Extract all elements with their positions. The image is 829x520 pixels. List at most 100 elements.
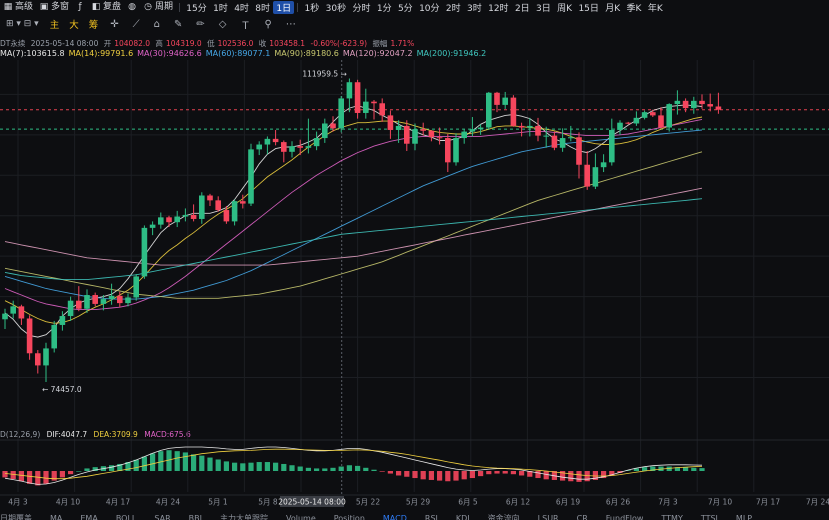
timeframe-2时[interactable]: 2时 bbox=[443, 1, 464, 14]
candle-body bbox=[92, 295, 98, 304]
indicator-tab-MA[interactable]: MA bbox=[50, 512, 62, 520]
macd-bar bbox=[453, 471, 459, 481]
macd-bar bbox=[27, 471, 33, 484]
ma-line-ma60 bbox=[4, 129, 703, 300]
timeframe-30秒[interactable]: 30秒 bbox=[322, 1, 349, 14]
timeframe-1秒[interactable]: 1秒 bbox=[301, 1, 322, 14]
more-icon[interactable]: ⋯ bbox=[279, 19, 303, 30]
candle-body bbox=[18, 306, 25, 319]
macd-bar bbox=[191, 454, 197, 471]
filter-icon[interactable]: ⚲ bbox=[257, 19, 278, 30]
indicator-tab-CR[interactable]: CR bbox=[577, 512, 588, 520]
candle-body bbox=[133, 276, 139, 298]
macd-bar bbox=[674, 467, 680, 471]
indicator-icon: ƒ bbox=[78, 2, 82, 12]
toolbar-item-周期[interactable]: ◷ 周期 bbox=[140, 0, 176, 14]
macd-bar bbox=[141, 456, 147, 471]
timeframe-8时[interactable]: 8时 bbox=[252, 1, 273, 14]
toolbar-item-高级[interactable]: ▦ 高级 bbox=[0, 0, 36, 14]
indicator-tab-主力大单跟踪[interactable]: 主力大单跟踪 bbox=[220, 512, 268, 520]
indicator-tab-KDJ[interactable]: KDJ bbox=[456, 512, 470, 520]
low-label: 低 bbox=[207, 39, 215, 48]
candle-body bbox=[240, 201, 246, 204]
candle-body bbox=[346, 82, 353, 99]
ruler-icon[interactable]: ⌂ bbox=[147, 19, 167, 30]
indicator-tab-BBI[interactable]: BBI bbox=[189, 512, 202, 520]
candle-body bbox=[125, 297, 131, 304]
toolbar-item-多窗[interactable]: ▣ 多窗 bbox=[36, 0, 72, 14]
ma-legend-item: MA(14):99791.6 bbox=[68, 49, 134, 58]
indicator-tab-BOLL[interactable]: BOLL bbox=[116, 512, 137, 520]
timeframe-1分[interactable]: 1分 bbox=[374, 1, 395, 14]
macd-bar bbox=[502, 471, 508, 474]
timeframe-3日[interactable]: 3日 bbox=[533, 1, 554, 14]
indicator-tab-TTSI[interactable]: TTSI bbox=[701, 512, 718, 520]
period-icon: ◷ bbox=[144, 2, 152, 12]
toolbar-item-chart-type[interactable]: ◍ bbox=[124, 0, 140, 14]
timeframe-分时[interactable]: 分时 bbox=[349, 1, 373, 14]
macd-bar bbox=[379, 471, 385, 472]
crosshair-icon[interactable]: ✛ bbox=[103, 19, 125, 30]
toolbar-item-label: 高级 bbox=[15, 2, 34, 12]
indicator-tab-MACD[interactable]: MACD bbox=[383, 512, 407, 520]
macd-bar bbox=[92, 467, 98, 471]
indicator-tab-RSI[interactable]: RSI bbox=[425, 512, 438, 520]
macd-bar bbox=[387, 471, 393, 474]
candle-body bbox=[445, 138, 451, 163]
brush-icon[interactable]: ✎ bbox=[167, 19, 189, 30]
indicator-tab-资金流向[interactable]: 资金流向 bbox=[488, 512, 520, 520]
indicator-tab-日期覆盖[interactable]: 日期覆盖 bbox=[0, 512, 32, 520]
candle-body bbox=[609, 129, 615, 163]
timeframe-10分[interactable]: 10分 bbox=[416, 1, 443, 14]
timeframe-2日[interactable]: 2日 bbox=[512, 1, 533, 14]
text-icon[interactable]: Ｔ bbox=[233, 17, 257, 32]
candle-body bbox=[108, 295, 115, 300]
indicator-tab-1[interactable]: 大 bbox=[64, 17, 84, 31]
layout-icon[interactable]: ⊞ ▾ ⊟ ▾ bbox=[0, 19, 45, 29]
indicator-tab-0[interactable]: 主 bbox=[45, 17, 65, 31]
draw-line-icon[interactable]: ⟋ bbox=[126, 19, 147, 30]
timeframe-1时[interactable]: 1时 bbox=[210, 1, 231, 14]
timeframe-年K[interactable]: 年K bbox=[645, 1, 666, 14]
timeframe-周K[interactable]: 周K bbox=[554, 1, 575, 14]
macd-bar bbox=[428, 471, 434, 480]
indicator-tab-MLP[interactable]: MLP bbox=[736, 512, 752, 520]
timeframe-月K[interactable]: 月K bbox=[602, 1, 623, 14]
indicator-tab-2[interactable]: 筹 bbox=[84, 17, 104, 31]
macd-bar bbox=[535, 471, 541, 479]
timeframe-15分[interactable]: 15分 bbox=[183, 1, 210, 14]
candle-body bbox=[559, 138, 566, 148]
indicator-tab-FundFlow[interactable]: FundFlow bbox=[606, 512, 644, 520]
timeframe-5分[interactable]: 5分 bbox=[395, 1, 416, 14]
toolbar-item-复盘[interactable]: ◧ 复盘 bbox=[88, 0, 124, 14]
pencil-icon[interactable]: ✏ bbox=[189, 19, 211, 30]
timeframe-15日[interactable]: 15日 bbox=[575, 1, 602, 14]
indicator-tab-Volume[interactable]: Volume bbox=[286, 512, 316, 520]
indicator-tab-LSUR[interactable]: LSUR bbox=[538, 512, 559, 520]
shapes-icon[interactable]: ◇ bbox=[212, 19, 234, 30]
timeframe-4时[interactable]: 4时 bbox=[231, 1, 252, 14]
indicator-tab-TTMY[interactable]: TTMY bbox=[661, 512, 682, 520]
macd-bar bbox=[150, 453, 156, 471]
candle-body bbox=[699, 100, 705, 105]
candle-body bbox=[527, 125, 533, 128]
ma-legend: MA(7):103615.8 MA(14):99791.6 MA(30):94626… bbox=[0, 49, 490, 58]
timeframe-季K[interactable]: 季K bbox=[623, 1, 644, 14]
amplitude-label: 振幅 bbox=[372, 39, 388, 48]
timeframe-3时[interactable]: 3时 bbox=[464, 1, 485, 14]
candle-body bbox=[117, 295, 123, 304]
candle-body bbox=[272, 138, 279, 143]
macd-bar bbox=[346, 465, 352, 471]
indicator-tab-SAR[interactable]: SAR bbox=[154, 512, 170, 520]
price-chart[interactable]: 111959.5 → ← 74457.0 4月 3 4月 10 4月 17 4月 24 5月… bbox=[0, 0, 829, 520]
timeframe-12时[interactable]: 12时 bbox=[485, 1, 512, 14]
macd-bar bbox=[199, 455, 205, 471]
timeframe-1日[interactable]: 1日 bbox=[273, 0, 295, 14]
indicator-tab-Position[interactable]: Position bbox=[334, 512, 365, 520]
high-label: 高 bbox=[155, 39, 163, 48]
candle-body bbox=[84, 295, 90, 309]
indicator-tab-EMA[interactable]: EMA bbox=[80, 512, 97, 520]
macd-value: MACD:675.6 bbox=[144, 430, 191, 439]
macd-bar bbox=[527, 471, 533, 477]
toolbar-item-indicator[interactable]: ƒ bbox=[72, 0, 88, 14]
